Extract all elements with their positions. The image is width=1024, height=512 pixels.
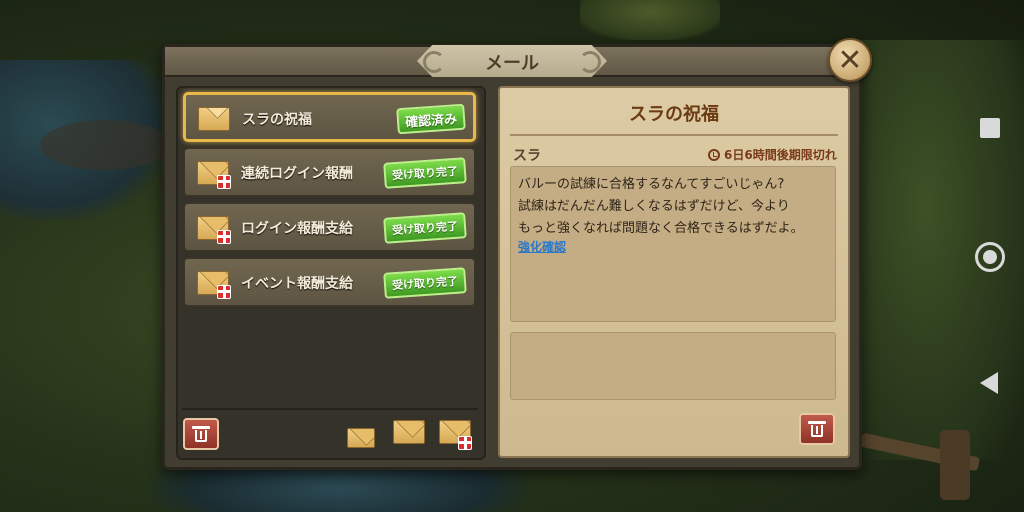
clock-icon [708, 148, 720, 161]
divider [510, 134, 838, 136]
status-badge: 受け取り完了 [383, 157, 467, 189]
message-line: 試練はだんだん難しくなるはずだけど、今より [518, 199, 790, 214]
mail-item-event-reward[interactable]: イベント報酬支給 受け取り完了 [183, 257, 476, 307]
mail-item-label: イベント報酬支給 [241, 276, 353, 292]
background-fence [859, 430, 981, 500]
gift-icon [217, 230, 231, 244]
enhance-link[interactable]: 強化確認 [518, 238, 566, 255]
mail-item-label: 連続ログイン報酬 [241, 166, 353, 182]
home-button[interactable] [975, 242, 1005, 272]
mail-item-label: ログイン報酬支給 [241, 221, 353, 237]
title-bar: メール [165, 45, 859, 77]
trash-icon [808, 421, 826, 437]
trash-icon [192, 426, 210, 442]
detail-title: スラの祝福 [629, 104, 719, 125]
gift-icon [458, 436, 472, 450]
status-badge: 受け取り完了 [383, 267, 467, 299]
close-button[interactable]: ✕ [828, 38, 872, 82]
mail-item-sura-blessing[interactable]: スラの祝福 確認済み [183, 92, 476, 142]
list-divider [182, 408, 478, 410]
status-badge: 受け取り完了 [383, 212, 467, 244]
message-line: もっと強くなれば問題なく合格できるはずだよ。 [518, 221, 804, 236]
back-button[interactable] [980, 372, 998, 394]
background-rock [40, 120, 170, 170]
close-icon: ✕ [837, 42, 863, 78]
mail-item-login-streak[interactable]: 連続ログイン報酬 受け取り完了 [183, 147, 476, 197]
expiry-text: 6日6時間後期限切れ [724, 148, 837, 162]
recent-apps-button[interactable] [980, 118, 1000, 138]
mail-item-login-reward[interactable]: ログイン報酬支給 受け取り完了 [183, 202, 476, 252]
attachment-box [510, 332, 836, 400]
ornament-icon [579, 51, 601, 73]
envelope-open-icon [198, 107, 230, 131]
ornament-icon [423, 51, 445, 73]
gift-icon [217, 285, 231, 299]
filter-read-button[interactable] [347, 428, 375, 448]
status-badge: 確認済み [396, 103, 466, 135]
message-line: バルーの試練に合格するなんてすごいじゃん? [518, 177, 785, 192]
background-tree [580, 0, 720, 40]
sender-name: スラ [513, 148, 541, 164]
gift-icon [217, 175, 231, 189]
filter-unread-button[interactable] [393, 420, 425, 444]
expiry-info: 6日6時間後期限切れ [708, 146, 837, 163]
delete-mail-button[interactable] [799, 413, 835, 445]
delete-all-button[interactable] [183, 418, 219, 450]
mail-item-label: スラの祝福 [242, 112, 312, 128]
